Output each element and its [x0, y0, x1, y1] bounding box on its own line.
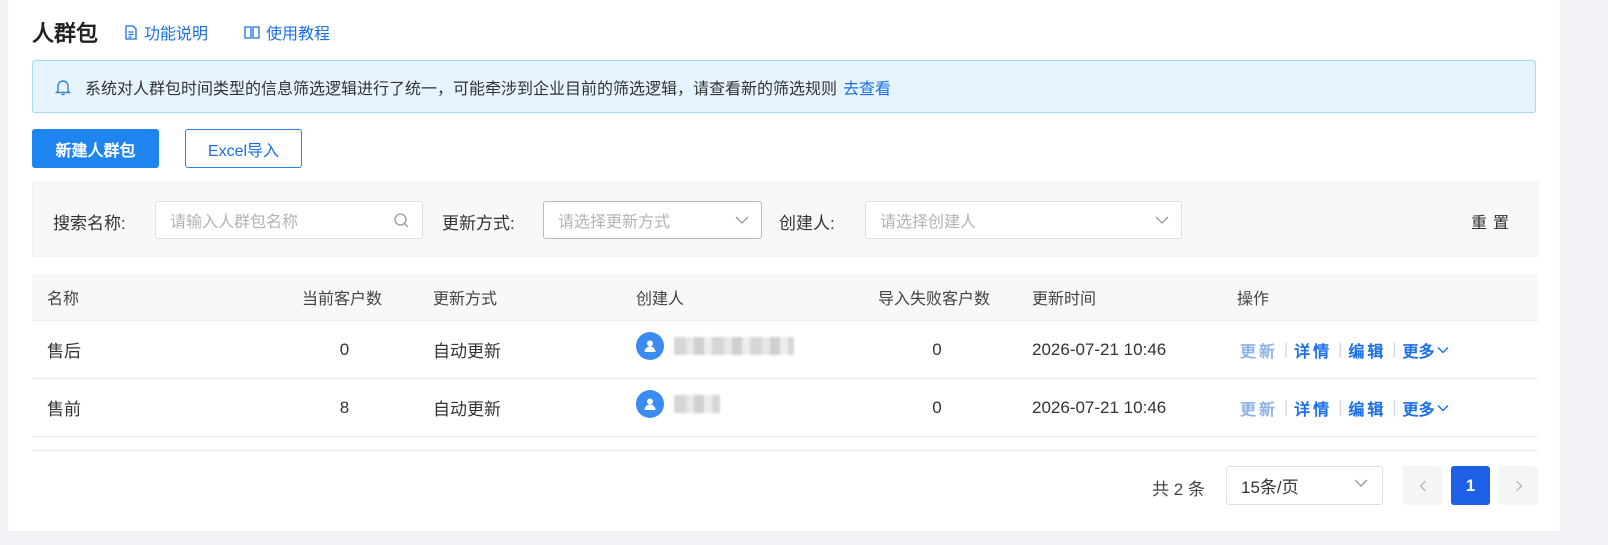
row-actions: 更新 | 详情 | 编辑 | 更多 — [1240, 379, 1449, 436]
row-count: 8 — [339, 397, 350, 417]
page-size-select[interactable]: 15条/页 — [1226, 466, 1383, 505]
row-updated-at: 2026-07-21 10:46 — [1032, 339, 1167, 359]
search-name-label: 搜索名称: — [53, 214, 126, 233]
audience-table: 名称 当前客户数 更新方式 创建人 导入失败客户数 更新时间 操作 售后 0 自… — [32, 273, 1538, 437]
avatar — [636, 389, 664, 418]
notice-banner: 系统对人群包时间类型的信息筛选逻辑进行了统一，可能牵涉到企业目前的筛选逻辑，请查… — [32, 60, 1536, 113]
more-action[interactable]: 更多 — [1403, 338, 1449, 362]
update-mode-select[interactable]: 请选择更新方式 — [543, 201, 762, 239]
column-header-failed: 导入失败客户数 — [878, 290, 991, 308]
pagination-total: 共 2 条 — [1152, 480, 1205, 499]
update-action[interactable]: 更新 — [1240, 396, 1278, 420]
row-update-mode: 自动更新 — [433, 342, 501, 361]
page-title: 人群包 — [32, 21, 99, 46]
page-container: 人群包 功能说明 使用教程 系统对人群包时间类型的信息筛选逻辑进行了统一，可能牵… — [8, 0, 1560, 531]
excel-import-button[interactable]: Excel导入 — [185, 129, 302, 168]
column-header-actions: 操作 — [1237, 290, 1270, 308]
divider: | — [1338, 340, 1343, 358]
more-label: 更多 — [1402, 401, 1435, 419]
divider: | — [1392, 340, 1397, 358]
document-icon — [125, 24, 137, 40]
row-name: 售前 — [47, 400, 81, 419]
divider: | — [1284, 398, 1289, 416]
feature-description-link[interactable]: 功能说明 — [124, 20, 208, 44]
table-row: 售后 0 自动更新 0 2026-07-21 10:46 更新 | 详情 | 编 — [32, 321, 1538, 379]
next-page-button[interactable] — [1499, 466, 1538, 505]
row-failed: 0 — [932, 339, 942, 359]
divider: | — [1284, 340, 1289, 358]
search-icon — [394, 213, 409, 228]
table-row: 售前 8 自动更新 0 2026-07-21 10:46 更新 | 详情 | 编 — [32, 379, 1538, 437]
prev-page-button[interactable] — [1403, 466, 1442, 505]
row-creator — [636, 379, 720, 436]
divider: | — [1338, 398, 1343, 416]
page-size-value: 15条/页 — [1241, 478, 1299, 497]
table-header: 名称 当前客户数 更新方式 创建人 导入失败客户数 更新时间 操作 — [32, 273, 1538, 321]
more-action[interactable]: 更多 — [1403, 396, 1449, 420]
update-mode-placeholder: 请选择更新方式 — [558, 214, 671, 231]
more-label: 更多 — [1402, 343, 1435, 361]
reset-button[interactable]: 重置 — [1471, 209, 1515, 233]
chevron-down-icon — [1437, 346, 1449, 353]
search-name-input[interactable]: 请输入人群包名称 — [155, 201, 423, 239]
row-name: 售后 — [47, 342, 81, 361]
user-icon — [644, 340, 656, 352]
row-failed: 0 — [932, 397, 942, 417]
column-header-creator: 创建人 — [636, 290, 685, 308]
user-icon — [644, 398, 656, 410]
chevron-left-icon — [1419, 480, 1426, 491]
column-header-update-mode: 更新方式 — [433, 290, 498, 308]
creator-select[interactable]: 请选择创建人 — [865, 201, 1182, 239]
page-button-current[interactable]: 1 — [1451, 466, 1490, 505]
update-mode-label: 更新方式: — [442, 214, 515, 233]
creator-name-redacted — [674, 394, 720, 413]
chevron-down-icon — [1437, 404, 1449, 411]
chevron-down-icon — [1155, 216, 1169, 224]
filter-panel: 搜索名称: 请输入人群包名称 更新方式: 请选择更新方式 创建人: 请选择创建人… — [32, 182, 1538, 257]
row-updated-at: 2026-07-21 10:46 — [1032, 397, 1167, 417]
pagination-divider — [32, 450, 1538, 451]
edit-action[interactable]: 编辑 — [1348, 396, 1386, 420]
notice-view-link[interactable]: 去查看 — [843, 75, 891, 99]
book-icon — [244, 26, 260, 39]
chevron-down-icon — [735, 216, 749, 224]
row-creator — [636, 321, 794, 378]
tutorial-label: 使用教程 — [266, 26, 331, 43]
divider: | — [1392, 398, 1397, 416]
chevron-down-icon — [1354, 479, 1368, 487]
row-update-mode: 自动更新 — [433, 400, 501, 419]
tutorial-link[interactable]: 使用教程 — [244, 20, 330, 44]
column-header-updated-at: 更新时间 — [1032, 290, 1097, 308]
update-action[interactable]: 更新 — [1240, 338, 1278, 362]
creator-label: 创建人: — [779, 214, 835, 233]
column-header-count: 当前客户数 — [302, 290, 383, 308]
detail-action[interactable]: 详情 — [1294, 338, 1332, 362]
bell-icon — [54, 79, 72, 95]
avatar — [636, 331, 664, 360]
page-header: 人群包 功能说明 使用教程 — [32, 14, 366, 50]
row-count: 0 — [339, 339, 350, 359]
notice-text: 系统对人群包时间类型的信息筛选逻辑进行了统一，可能牵涉到企业目前的筛选逻辑，请查… — [85, 80, 838, 98]
column-header-name: 名称 — [47, 290, 80, 308]
creator-placeholder: 请选择创建人 — [880, 214, 977, 231]
chevron-right-icon — [1515, 480, 1522, 491]
detail-action[interactable]: 详情 — [1294, 396, 1332, 420]
row-actions: 更新 | 详情 | 编辑 | 更多 — [1240, 321, 1449, 378]
edit-action[interactable]: 编辑 — [1348, 338, 1386, 362]
creator-name-redacted — [674, 336, 794, 355]
create-audience-button[interactable]: 新建人群包 — [32, 129, 159, 168]
search-name-placeholder: 请输入人群包名称 — [170, 214, 299, 231]
feature-description-label: 功能说明 — [144, 26, 209, 43]
